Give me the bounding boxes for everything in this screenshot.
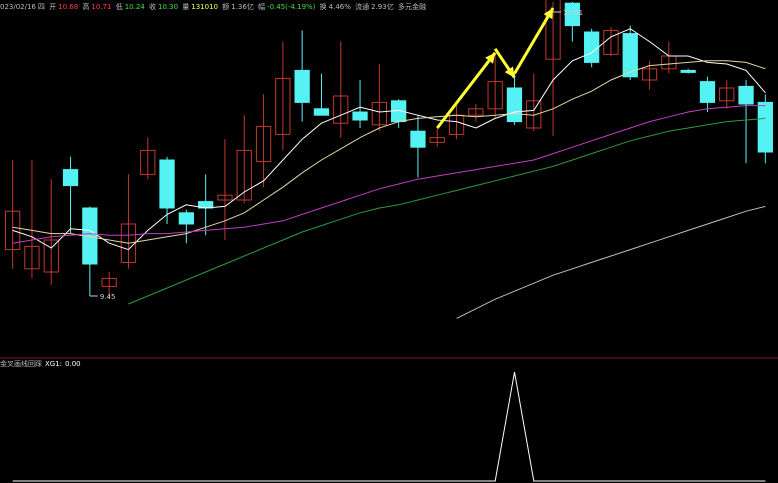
- candle-body: [506, 87, 523, 123]
- stock-chart[interactable]: 11.81 9.45: [0, 0, 778, 483]
- candle-body: [738, 85, 754, 105]
- candle-body: [699, 81, 716, 103]
- indicator-info-bar: 金叉画线回踩 XG1: 0.00: [0, 358, 84, 370]
- low-label: 低: [115, 3, 123, 11]
- low-value: 10.24: [124, 3, 145, 11]
- turnover-value: 4.46%: [328, 3, 351, 11]
- high-value: 10.71: [91, 3, 112, 11]
- candle-body: [159, 159, 175, 209]
- price-panel: 11.81 9.45: [5, 0, 773, 319]
- ma10-line: [12, 60, 766, 244]
- open-label: 开: [49, 3, 57, 11]
- candle-body: [584, 31, 600, 63]
- turnover-label: 换: [319, 3, 327, 11]
- candle-body: [313, 108, 330, 116]
- indicator-series-label: XG1:: [45, 360, 63, 368]
- open-value: 10.68: [58, 3, 79, 11]
- quote-info-bar: 023/02/16 四 开 10.68 高 10.71 低 10.24 收 10.30 量…: [0, 0, 428, 14]
- high-label: 高: [82, 3, 90, 11]
- ma120-line: [456, 205, 766, 319]
- low-price-label: 9.45: [100, 293, 116, 301]
- indicator-name: 金叉画线回踩: [0, 360, 42, 368]
- candle-body: [62, 169, 79, 187]
- ma20-line: [12, 105, 766, 244]
- close-label: 收: [148, 3, 156, 11]
- float-label: 流通: [355, 3, 370, 11]
- candle-body: [294, 69, 310, 103]
- close-value: 10.30: [157, 3, 179, 11]
- amount-label: 额: [222, 3, 230, 11]
- quote-date: 023/02/16: [0, 3, 36, 11]
- quote-weekday: 四: [37, 3, 45, 11]
- signal-arrow-line: [436, 51, 497, 129]
- change-value: -0.45(-4.19%): [267, 3, 316, 11]
- amount-value: 1.36亿: [231, 3, 254, 11]
- candle-body: [680, 69, 696, 73]
- indicator-value: 0.00: [65, 360, 81, 368]
- candle-body: [410, 130, 426, 148]
- volume-value: 131010: [191, 3, 218, 11]
- candle-body: [178, 212, 194, 225]
- ma60-line: [128, 117, 766, 305]
- candle-body: [757, 101, 773, 153]
- ma5-line: [12, 28, 766, 251]
- high-price-label: 11.81: [563, 9, 583, 17]
- float-value: 2.93亿: [371, 3, 394, 11]
- volume-label: 量: [182, 3, 190, 11]
- signal-arrow-line: [513, 7, 555, 75]
- change-label: 幅: [258, 3, 266, 11]
- sector-label: 多元金融: [397, 3, 426, 11]
- indicator-panel: [12, 371, 766, 482]
- xg1-line: [12, 371, 766, 482]
- candle-body: [352, 111, 368, 121]
